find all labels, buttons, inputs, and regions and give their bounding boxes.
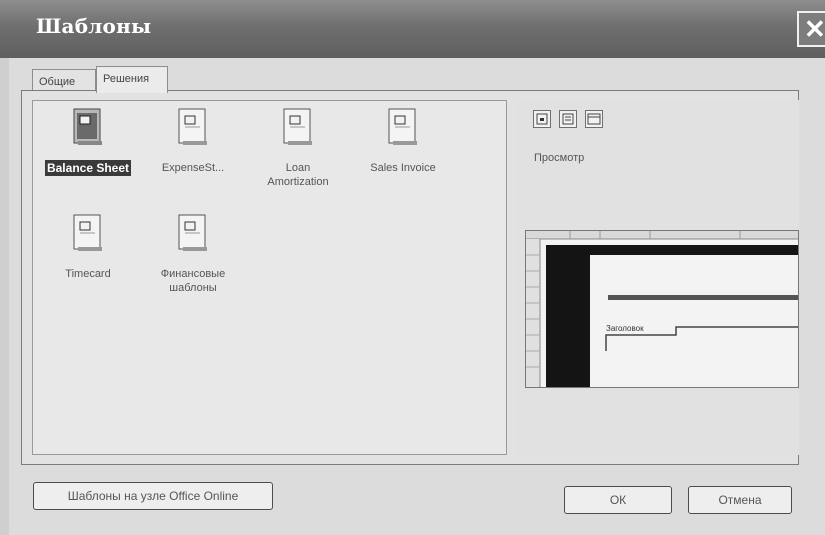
preview-thumbnail: Заголовок	[526, 231, 798, 387]
template-label: Timecard	[65, 268, 111, 280]
preview-pane: Просмотр Заголовок	[516, 100, 799, 455]
list-view-button[interactable]	[559, 110, 577, 128]
template-preview: Заголовок	[525, 230, 799, 388]
template-label: Balance Sheet	[44, 160, 132, 176]
title-bar[interactable]: Шаблоны ✕	[0, 0, 825, 58]
spreadsheet-template-icon	[388, 108, 417, 145]
list-view-icon	[562, 113, 574, 125]
templates-list[interactable]: Balance Sheet ExpenseSt... Loan Amortiza…	[32, 100, 507, 455]
ok-button[interactable]: ОК	[564, 486, 672, 514]
template-label: ExpenseSt...	[161, 162, 225, 174]
cancel-button[interactable]: Отмена	[688, 486, 792, 514]
template-label: Loan Amortization	[267, 162, 329, 188]
spreadsheet-template-icon	[178, 214, 207, 251]
spreadsheet-template-icon	[178, 108, 207, 145]
preview-caption: Заголовок	[606, 324, 644, 333]
close-icon: ✕	[804, 14, 825, 44]
close-button[interactable]: ✕	[797, 11, 825, 47]
spreadsheet-template-icon	[73, 108, 102, 145]
large-icons-view-button[interactable]	[533, 110, 551, 128]
tab-solutions[interactable]: Решения	[96, 66, 168, 93]
template-label: Sales Invoice	[370, 162, 436, 174]
spreadsheet-template-icon	[283, 108, 312, 145]
details-view-icon	[587, 113, 601, 125]
dialog-title: Шаблоны	[36, 14, 152, 38]
template-item-timecard[interactable]: Timecard	[33, 213, 143, 323]
template-item-expense-statement[interactable]: ExpenseSt...	[138, 107, 248, 217]
spreadsheet-template-icon	[73, 214, 102, 251]
template-item-sales-invoice[interactable]: Sales Invoice	[348, 107, 458, 217]
template-item-loan-amortization[interactable]: Loan Amortization	[243, 107, 353, 217]
details-view-button[interactable]	[585, 110, 603, 128]
large-icons-view-icon	[536, 113, 548, 125]
preview-label: Просмотр	[534, 152, 585, 164]
office-online-templates-button[interactable]: Шаблоны на узле Office Online	[33, 482, 273, 510]
template-item-balance-sheet[interactable]: Balance Sheet	[33, 107, 143, 217]
template-label: Финансовые шаблоны	[160, 268, 226, 294]
template-item-financial-templates[interactable]: Финансовые шаблоны	[138, 213, 248, 323]
